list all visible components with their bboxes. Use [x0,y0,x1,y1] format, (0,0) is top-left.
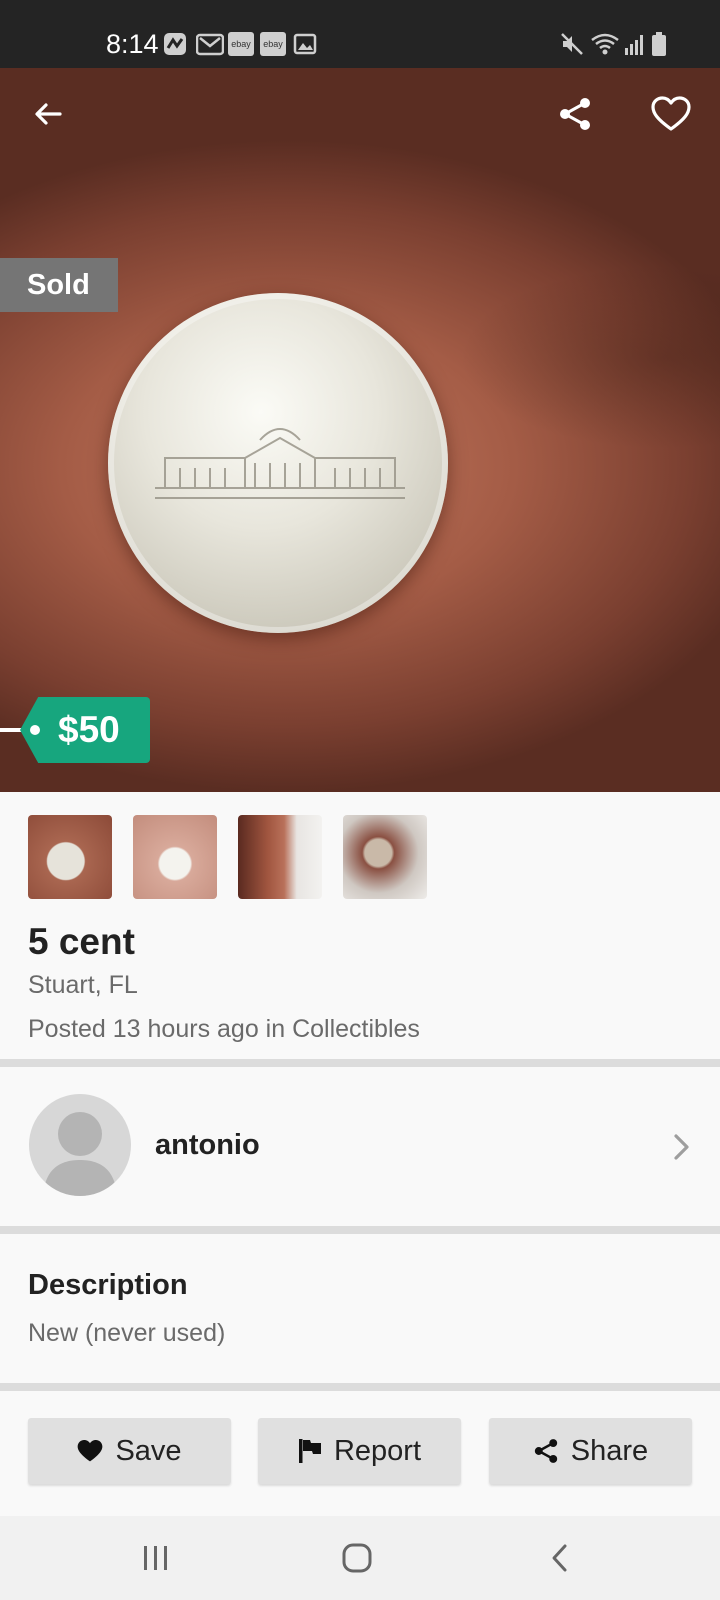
seller-row[interactable]: antonio [0,1068,720,1228]
recent-apps-button[interactable] [126,1536,186,1580]
status-time: 8:14 [106,29,159,59]
battery-icon [652,32,666,56]
system-back-button[interactable] [529,1536,589,1580]
user-icon [43,1112,117,1196]
share-button[interactable]: Share [489,1418,692,1484]
share-top-button[interactable] [547,86,603,142]
ebay-icon: ebay [228,32,254,56]
back-arrow-icon [35,103,62,125]
save-label: Save [115,1434,182,1467]
save-button[interactable]: Save [28,1418,231,1484]
report-label: Report [333,1434,422,1467]
report-button[interactable]: Report [258,1418,461,1484]
price-label: $50 [58,709,120,750]
listing-photo[interactable]: Sold $50 [0,68,720,792]
listing-location: Stuart, FL [28,971,138,999]
flag-icon [298,1439,321,1463]
description-heading: Description [28,1269,188,1301]
favorite-button[interactable] [643,86,699,142]
share-icon [560,98,590,130]
image-icon [293,33,317,55]
gmail-icon [196,33,224,56]
chevron-right-icon [674,1134,689,1160]
thumbnail-2[interactable] [133,815,217,899]
sold-badge: Sold [0,258,118,312]
ebay-icon-2: ebay [260,32,286,56]
thumbnail-1[interactable] [28,815,112,899]
heart-icon [651,96,691,131]
seller-name: antonio [155,1129,260,1161]
heart-filled-icon [78,1439,103,1462]
divider-2 [0,1226,720,1234]
home-button[interactable] [327,1536,387,1580]
signal-icon [625,35,643,55]
price-tag-hole [30,725,40,735]
share-label: Share [570,1434,649,1467]
divider-3 [0,1383,720,1391]
wifi-icon [591,33,619,55]
back-button[interactable] [20,86,76,142]
thumbnail-4[interactable] [343,815,427,899]
mute-icon [561,33,583,55]
avatar [29,1094,131,1196]
app-notification-icon [164,33,186,55]
description-text: New (never used) [28,1319,226,1347]
recent-apps-icon [144,1546,167,1570]
back-icon [552,1544,567,1572]
share-small-icon [534,1439,557,1463]
coin-engraving [155,428,405,499]
price-tag: $50 [0,697,150,763]
thumbnail-3[interactable] [238,815,322,899]
home-icon [342,1543,372,1573]
status-bar: 8:14 ebay ebay [0,0,720,68]
listing-title: 5 cent [28,921,135,962]
system-nav-bar [0,1516,720,1600]
listing-posted: Posted 13 hours ago in Collectibles [28,1015,420,1043]
divider [0,1059,720,1067]
